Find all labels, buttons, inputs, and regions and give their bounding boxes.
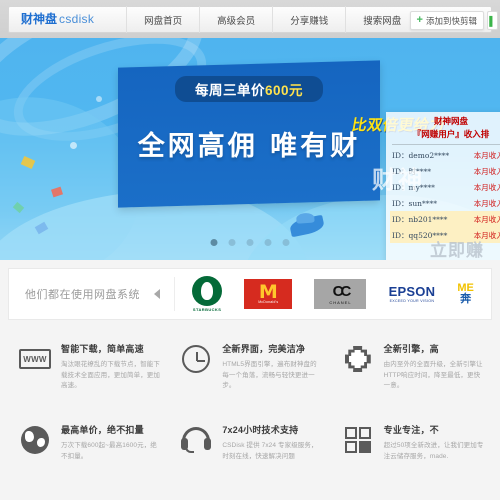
feature-desc: 超过50项全新改进，让我们更加专注云储存服务，made.: [383, 442, 484, 460]
chanel-icon: CC CHANEL: [314, 279, 367, 309]
brand-logo-track: STARBUCKS M McDonald's CC CHANEL EPSON E…: [175, 276, 491, 312]
ranking-title-line2: 『网赚用户』收入排: [412, 129, 490, 139]
grid-icon: [341, 423, 375, 457]
feature-new-ui: 全新界面，完美洁净 HTML5界面引擎，遍布财神盘的每一个角落，流畅与轻快更进一…: [169, 330, 330, 411]
headset-icon: [179, 423, 213, 457]
feature-support: 7x24小时技术支持 CSDisk 提供 7x24 专家级服务，时刻在线，快速解…: [169, 411, 330, 492]
brand-logo-epson: EPSON EXCEED YOUR VISION: [389, 285, 436, 303]
hero-slogan: 全网高佣 唯有财: [137, 131, 361, 162]
logo-text-en: csdisk: [59, 12, 95, 26]
hero-cta-ghost-text[interactable]: 立即赚: [430, 236, 484, 260]
www-icon: WWW: [18, 342, 52, 376]
table-row: ID：nb201**** 本月收入 1: [390, 211, 500, 227]
nav-item-home[interactable]: 网盘首页: [126, 6, 199, 33]
brand-logo-starbucks: STARBUCKS: [192, 276, 223, 312]
carousel-dots: [210, 239, 290, 246]
table-row: ID：my**** 本月收入 2: [390, 179, 500, 195]
ranking-title-line1: 财神网盘: [433, 116, 468, 126]
site-logo[interactable]: 财神盘 csdisk: [9, 6, 104, 33]
ranking-user-id: ID：demo2****: [392, 150, 450, 160]
logo-text-cn: 财神盘: [21, 12, 58, 26]
feature-desc: HTML5界面引擎，遍布财神盘的每一个角落，流畅与轻快更进一步。: [222, 361, 317, 390]
feature-title: 专业专注，不: [383, 425, 439, 435]
carousel-dot-5[interactable]: [282, 239, 290, 246]
browser-header: 财神盘 csdisk 网盘首页 高级会员 分享赚钱 搜索网盘 + 添加到快剪辑 …: [0, 0, 500, 38]
hero-price-pill: 每周三单价600元: [174, 76, 324, 102]
feature-title: 全新引擎，高: [383, 344, 439, 354]
feature-title: 最高单价，绝不扣量: [61, 425, 144, 435]
hero-banner-panel: 每周三单价600元 全网高佣 唯有财: [118, 60, 380, 208]
ranking-divider: [392, 144, 500, 145]
carousel-dot-4[interactable]: [264, 239, 272, 246]
brand-strip-label: 他们都在使用网盘系统: [25, 289, 140, 301]
hero-carousel[interactable]: 每周三单价600元 全网高佣 唯有财 比双倍更给力 财神网盘 『网赚用户』收入排…: [0, 38, 500, 260]
feature-title: 全新界面，完美洁净: [222, 344, 306, 354]
nav-item-share-earn[interactable]: 分享赚钱: [272, 6, 345, 33]
feature-grid: WWW 智能下载，简单高速 淘汰眼花缭乱的下载节点，智能下载技术全面应用，更加简…: [8, 330, 492, 492]
chanel-mark: CC: [332, 282, 352, 300]
decor-confetti-5: [96, 96, 102, 102]
globe-icon: [18, 423, 52, 457]
mcdonalds-label: McDonald's: [258, 300, 279, 305]
ranking-income: 本月收入 2: [473, 198, 500, 208]
feature-professional: 专业专注，不 超过50项全新改进，让我们更加专注云储存服务，made.: [331, 411, 492, 492]
ranking-income: 本月收入 3: [473, 166, 500, 176]
table-row: ID：sun**** 本月收入 2: [390, 195, 500, 211]
partial-brand-mark-bottom: 奔: [460, 293, 472, 305]
feature-desc: 淘汰眼花缭乱的下载节点，智能下载技术全面应用，更加简单，更加高速。: [61, 361, 160, 390]
clock-icon: [179, 342, 213, 376]
ranking-user-id: ID：sun****: [392, 198, 437, 208]
main-nav: 网盘首页 高级会员 分享赚钱 搜索网盘: [126, 6, 418, 33]
carousel-dot-1[interactable]: [210, 239, 218, 246]
nav-item-vip[interactable]: 高级会员: [199, 6, 272, 33]
page-root: 财神盘 csdisk 网盘首页 高级会员 分享赚钱 搜索网盘 + 添加到快剪辑 …: [0, 0, 500, 500]
decor-confetti-4: [70, 142, 77, 149]
epson-tagline: EXCEED YOUR VISION: [389, 299, 435, 303]
puzzle-icon: [341, 342, 375, 376]
feature-desc: CSDisk 提供 7x24 专家级服务，时刻在线，快速解决问题: [222, 442, 318, 460]
carousel-dot-2[interactable]: [228, 239, 236, 246]
brand-strip: 他们都在使用网盘系统 STARBUCKS M McDonald's CC CHA…: [8, 268, 492, 320]
feature-new-engine: 全新引擎，高 由内至外的全面升级，全新引擎让HTTP响应时间，降至最低，更快一意…: [331, 330, 492, 411]
mcdonalds-mark: M: [258, 280, 278, 303]
brand-logo-mcdonalds: M McDonald's: [244, 279, 293, 309]
feature-title: 7x24小时技术支持: [222, 425, 299, 435]
ranking-user-id: ID：my****: [392, 182, 435, 192]
clip-green-icon[interactable]: ▌: [487, 11, 498, 30]
epson-mark: EPSON: [388, 284, 436, 299]
ranking-income: 本月收入 3: [473, 150, 500, 160]
chanel-label: CHANEL: [329, 299, 352, 305]
hero-price-amount: 600元: [264, 83, 304, 98]
hero-price-prefix: 每周三单价: [194, 83, 265, 98]
feature-title: 智能下载，简单高速: [61, 344, 144, 354]
ranking-list: ID：demo2**** 本月收入 3 ID：时**** 本月收入 3 ID：m…: [386, 147, 500, 243]
arrow-left-icon[interactable]: [154, 289, 160, 299]
brand-logo-partial: ME 奔: [457, 283, 474, 305]
add-to-clip-button[interactable]: + 添加到快剪辑: [409, 11, 484, 30]
starbucks-icon: [192, 276, 223, 306]
feature-highest-price: 最高单价，绝不扣量 万次下载600起~最高1600元，绝不扣量。: [8, 411, 169, 492]
ranking-income: 本月收入 1: [473, 214, 500, 224]
brand-logo-chanel: CC CHANEL: [314, 279, 367, 309]
nav-item-search-disk[interactable]: 搜索网盘: [345, 6, 418, 33]
feature-desc: 万次下载600起~最高1600元，绝不扣量。: [61, 442, 157, 460]
feature-desc: 由内至外的全面升级，全新引擎让HTTP响应时间，降至最低，更快一意。: [383, 361, 483, 390]
table-row: ID：时**** 本月收入 3: [390, 163, 500, 179]
plus-icon: +: [416, 14, 423, 26]
starbucks-label: STARBUCKS: [192, 307, 222, 312]
table-row: ID：demo2**** 本月收入 3: [390, 147, 500, 163]
income-ranking-panel: 财神网盘 『网赚用户』收入排 ID：demo2**** 本月收入 3 ID：时*…: [372, 112, 500, 260]
ranking-income: 本月收入 2: [473, 182, 500, 192]
add-to-clip-label: 添加到快剪辑: [425, 15, 477, 26]
ranking-user-id: ID：时****: [392, 166, 431, 176]
feature-smart-download: WWW 智能下载，简单高速 淘汰眼花缭乱的下载节点，智能下载技术全面应用，更加简…: [8, 330, 169, 411]
ranking-user-id: ID：nb201****: [392, 214, 448, 224]
ranking-title: 财神网盘 『网赚用户』收入排: [386, 112, 500, 140]
mcdonalds-icon: M McDonald's: [244, 279, 293, 309]
carousel-dot-3[interactable]: [246, 239, 254, 246]
